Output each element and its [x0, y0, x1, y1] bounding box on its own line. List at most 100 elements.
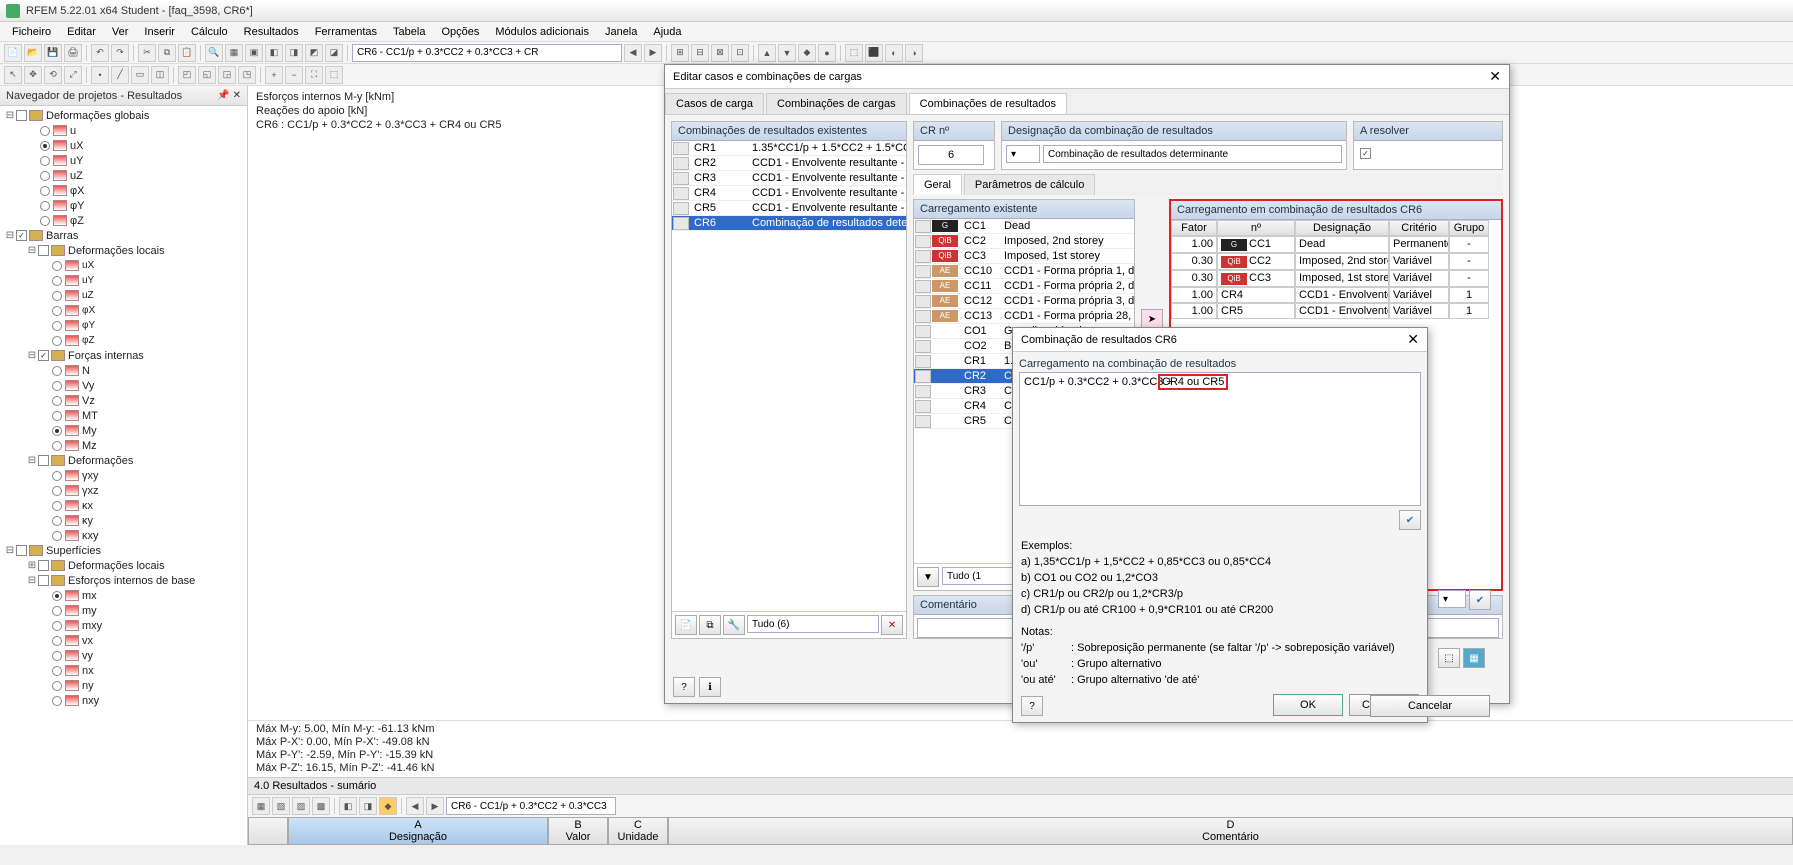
cr-delete-icon[interactable]: ✕	[881, 615, 903, 635]
rt4-icon[interactable]: ▩	[312, 797, 330, 815]
cr-filter-combo[interactable]: Tudo (6)	[747, 615, 879, 633]
tree-superficies[interactable]: ⊟Superfícies	[0, 543, 247, 558]
menu-ferramentas[interactable]: Ferramentas	[307, 24, 385, 40]
tool-b-icon[interactable]: ⊟	[691, 44, 709, 62]
cr6-table-row[interactable]: 0.30QiBCC3Imposed, 1st storeyVariável-	[1171, 270, 1501, 287]
tree-phix[interactable]: φX	[0, 183, 247, 198]
menu-resultados[interactable]: Resultados	[236, 24, 307, 40]
tool-g-icon[interactable]: ◆	[798, 44, 816, 62]
outer-opt1-icon[interactable]: ⬚	[1438, 648, 1460, 668]
cr6-close-icon[interactable]: ✕	[1407, 331, 1419, 348]
tree-phiz2[interactable]: φZ	[0, 333, 247, 348]
tree-phix2[interactable]: φX	[0, 303, 247, 318]
cr6-table-row[interactable]: 1.00CR4CCD1 - EnvolventeVariável1	[1171, 287, 1501, 303]
undo-icon[interactable]: ↶	[91, 44, 109, 62]
section-icon[interactable]: ◩	[305, 44, 323, 62]
cr6-table[interactable]: 1.00GCC1DeadPermanente-0.30QiBCC2Imposed…	[1171, 236, 1501, 319]
tab-param[interactable]: Parâmetros de cálculo	[964, 174, 1095, 195]
tree-phiz[interactable]: φZ	[0, 213, 247, 228]
solve-checkbox[interactable]	[1360, 148, 1371, 159]
move-icon[interactable]: ✥	[24, 66, 42, 84]
print-icon[interactable]: 🖨	[64, 44, 82, 62]
pin-icon[interactable]: 📌 ✕	[217, 90, 241, 101]
cr-list-row[interactable]: CR11.35*CC1/p + 1.5*CC2 + 1.5*CC3	[672, 141, 906, 156]
zoom-icon[interactable]: 🔍	[205, 44, 223, 62]
design-color-combo[interactable]: ▾	[1006, 145, 1040, 163]
node-icon[interactable]: •	[91, 66, 109, 84]
view2-icon[interactable]: ◱	[198, 66, 216, 84]
render-icon[interactable]: ◨	[285, 44, 303, 62]
tree-mt[interactable]: MT	[0, 408, 247, 423]
outer-cancel-button[interactable]: Cancelar	[1370, 695, 1490, 717]
tab-casos-carga[interactable]: Casos de carga	[665, 93, 764, 114]
exist-list-row[interactable]: QiBCC3Imposed, 1st storey	[914, 249, 1134, 264]
cr6-table-row[interactable]: 1.00CR5CCD1 - EnvolventeVariável1	[1171, 303, 1501, 319]
outer-apply-icon[interactable]: ✔	[1469, 590, 1491, 610]
filter-icon[interactable]: ▼	[917, 567, 939, 587]
cr6-textarea[interactable]: CC1/p + 0.3*CC2 + 0.3*CC3 + CR4 ou CR5	[1019, 372, 1421, 506]
view3-icon[interactable]: ◲	[218, 66, 236, 84]
tree-uz2[interactable]: uZ	[0, 288, 247, 303]
tree-ky[interactable]: κy	[0, 513, 247, 528]
tool-c-icon[interactable]: ⊠	[711, 44, 729, 62]
tree-n[interactable]: N	[0, 363, 247, 378]
outer-combo[interactable]: ▾	[1438, 590, 1466, 608]
tree-def-locais[interactable]: ⊟Deformações locais	[0, 243, 247, 258]
tree-nx[interactable]: nx	[0, 663, 247, 678]
rt5-icon[interactable]: ◧	[339, 797, 357, 815]
dialog-titlebar[interactable]: Editar casos e combinações de cargas ✕	[665, 65, 1509, 89]
cr6-help-icon[interactable]: ?	[1021, 696, 1043, 716]
layers-icon[interactable]: ▦	[225, 44, 243, 62]
next-icon[interactable]: ▶	[644, 44, 662, 62]
exist-list-row[interactable]: AECC10CCD1 - Forma própria 1, direção -	[914, 264, 1134, 279]
tool-h-icon[interactable]: ●	[818, 44, 836, 62]
tree-ny[interactable]: ny	[0, 678, 247, 693]
redo-icon[interactable]: ↷	[111, 44, 129, 62]
tree-uz[interactable]: uZ	[0, 168, 247, 183]
tree-mxy2[interactable]: mxy	[0, 618, 247, 633]
tool-a-icon[interactable]: ⊞	[671, 44, 689, 62]
cut-icon[interactable]: ✂	[138, 44, 156, 62]
cr-list-row[interactable]: CR3CCD1 - Envolvente resultante - Y	[672, 171, 906, 186]
view4-icon[interactable]: ◳	[238, 66, 256, 84]
outer-opt2-icon[interactable]: ▦	[1463, 648, 1485, 668]
rt-prev-icon[interactable]: ◀	[406, 797, 424, 815]
tree-vx2[interactable]: vx	[0, 633, 247, 648]
rt3-icon[interactable]: ▨	[292, 797, 310, 815]
tree-gxz[interactable]: γxz	[0, 483, 247, 498]
cr-list-row[interactable]: CR4CCD1 - Envolvente resultante - 100% X…	[672, 186, 906, 201]
tree-phiy2[interactable]: φY	[0, 318, 247, 333]
tree-forcas-internas[interactable]: ⊟Forças internas	[0, 348, 247, 363]
open-icon[interactable]: 📂	[24, 44, 42, 62]
cr-copy-icon[interactable]: ⧉	[699, 615, 721, 635]
model-icon[interactable]: ◧	[265, 44, 283, 62]
tool-i-icon[interactable]: ⬚	[845, 44, 863, 62]
zoom-fit-icon[interactable]: ⛶	[305, 66, 323, 84]
tree-phiy[interactable]: φY	[0, 198, 247, 213]
exist-list-row[interactable]: AECC12CCD1 - Forma própria 3, direção -	[914, 294, 1134, 309]
cr6-table-row[interactable]: 1.00GCC1DeadPermanente-	[1171, 236, 1501, 253]
tool-k-icon[interactable]: ◐	[885, 44, 903, 62]
tab-combinacoes-resultados[interactable]: Combinações de resultados	[909, 93, 1067, 114]
menu-modulos[interactable]: Módulos adicionais	[487, 24, 597, 40]
menu-janela[interactable]: Janela	[597, 24, 645, 40]
rotate-icon[interactable]: ⟲	[44, 66, 62, 84]
tree-vz[interactable]: Vz	[0, 393, 247, 408]
cr-list-row[interactable]: CR5CCD1 - Envolvente resultante - 30% X,	[672, 201, 906, 216]
prev-icon[interactable]: ◀	[624, 44, 642, 62]
tool-d-icon[interactable]: ⊡	[731, 44, 749, 62]
menu-ver[interactable]: Ver	[104, 24, 137, 40]
tool-e-icon[interactable]: ▲	[758, 44, 776, 62]
rt2-icon[interactable]: ▧	[272, 797, 290, 815]
tab-combinacoes-cargas[interactable]: Combinações de cargas	[766, 93, 907, 114]
cr6-titlebar[interactable]: Combinação de resultados CR6 ✕	[1013, 328, 1427, 352]
rt7-icon[interactable]: ◆	[379, 797, 397, 815]
tree-barras[interactable]: ⊟Barras	[0, 228, 247, 243]
navigator-tree[interactable]: ⊟Deformações globais u uX uY uZ φX φY φZ…	[0, 106, 247, 845]
tree-my2[interactable]: my	[0, 603, 247, 618]
menubar[interactable]: Ficheiro Editar Ver Inserir Cálculo Resu…	[0, 22, 1793, 42]
view1-icon[interactable]: ◰	[178, 66, 196, 84]
grid-icon[interactable]: ▣	[245, 44, 263, 62]
tree-nxy[interactable]: nxy	[0, 693, 247, 708]
tree-esforcos-base[interactable]: ⊟Esforços internos de base	[0, 573, 247, 588]
